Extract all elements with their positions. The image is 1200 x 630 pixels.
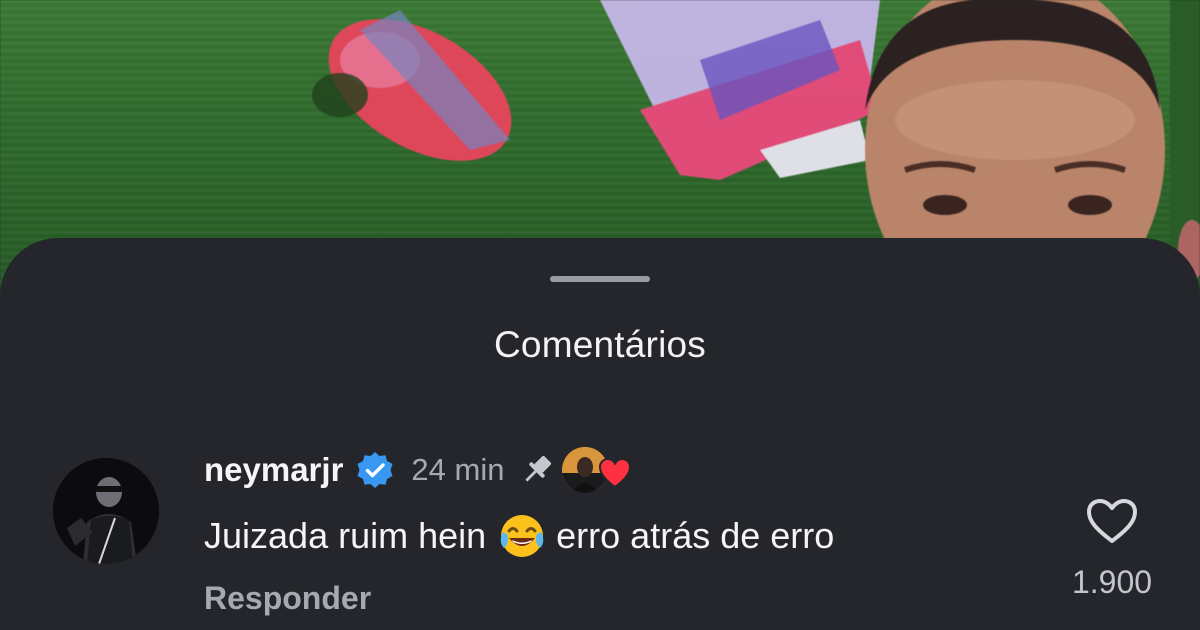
reply-button[interactable]: Responder	[204, 580, 371, 617]
heart-icon	[598, 457, 632, 494]
comment-text-part-2: erro atrás de erro	[556, 515, 835, 556]
comment-timestamp: 24 min	[411, 452, 505, 487]
comments-sheet: Comentários neymarjr 24 min Juizada ruim…	[0, 238, 1200, 630]
sheet-drag-handle[interactable]	[550, 276, 650, 282]
sheet-title: Comentários	[494, 324, 706, 365]
verified-badge-icon	[355, 450, 395, 490]
comment-text-part-1: Juizada ruim hein	[204, 515, 487, 556]
boot-right	[600, 0, 880, 180]
like-heart-icon[interactable]	[1084, 496, 1140, 551]
liked-by-creator	[562, 445, 634, 495]
like-count: 1.900	[1071, 564, 1153, 600]
pin-icon	[518, 451, 556, 489]
avatar-person-image	[53, 458, 159, 564]
comment-text: Juizada ruim hein erro atrás de erro	[204, 512, 834, 560]
face-with-tears-of-joy-icon	[498, 512, 546, 560]
app-screen: Comentários neymarjr 24 min Juizada ruim…	[0, 0, 1200, 630]
comment-username[interactable]: neymarjr	[204, 451, 343, 489]
boot-left	[312, 10, 512, 161]
comment-header: neymarjr 24 min	[204, 446, 634, 494]
comment-author-avatar[interactable]	[53, 458, 159, 564]
